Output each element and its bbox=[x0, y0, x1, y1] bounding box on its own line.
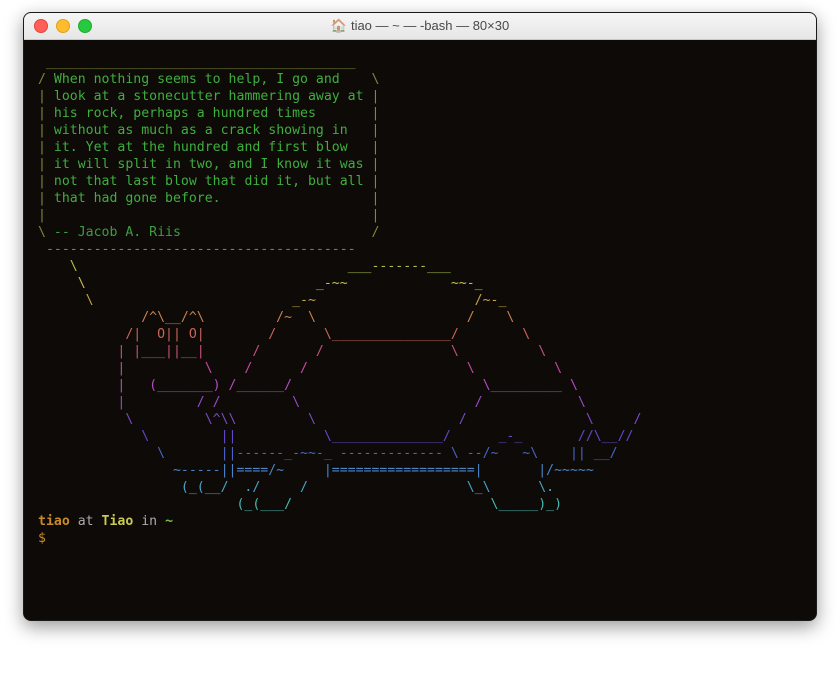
terminal-window: 🏠 tiao — ~ — -bash — 80×30 ______________… bbox=[23, 12, 817, 621]
ascii-turtle: \ ___-------___ \ _-~~ ~~-_ \ _-~ /~-_ /… bbox=[38, 258, 802, 513]
prompt-at: at bbox=[70, 514, 102, 529]
terminal-body[interactable]: _______________________________________ … bbox=[24, 40, 816, 620]
prompt-line-2[interactable]: $ bbox=[38, 530, 802, 547]
prompt-path: ~ bbox=[165, 514, 173, 529]
quote-top-border: _______________________________________ bbox=[38, 54, 802, 71]
zoom-icon[interactable] bbox=[78, 19, 92, 33]
quote-bottom-border: --------------------------------------- bbox=[38, 241, 802, 258]
quote-lines: / When nothing seems to help, I go and \… bbox=[38, 71, 802, 241]
prompt-in: in bbox=[133, 514, 165, 529]
titlebar[interactable]: 🏠 tiao — ~ — -bash — 80×30 bbox=[24, 13, 816, 40]
home-icon: 🏠 bbox=[331, 18, 347, 33]
window-controls bbox=[24, 19, 92, 33]
minimize-icon[interactable] bbox=[56, 19, 70, 33]
window-title-text: tiao — ~ — -bash — 80×30 bbox=[351, 18, 509, 33]
window-title: 🏠 tiao — ~ — -bash — 80×30 bbox=[24, 18, 816, 34]
prompt-line-1: tiao at Tiao in ~ bbox=[38, 513, 802, 530]
prompt-user: tiao bbox=[38, 514, 70, 529]
close-icon[interactable] bbox=[34, 19, 48, 33]
prompt-host: Tiao bbox=[102, 514, 134, 529]
